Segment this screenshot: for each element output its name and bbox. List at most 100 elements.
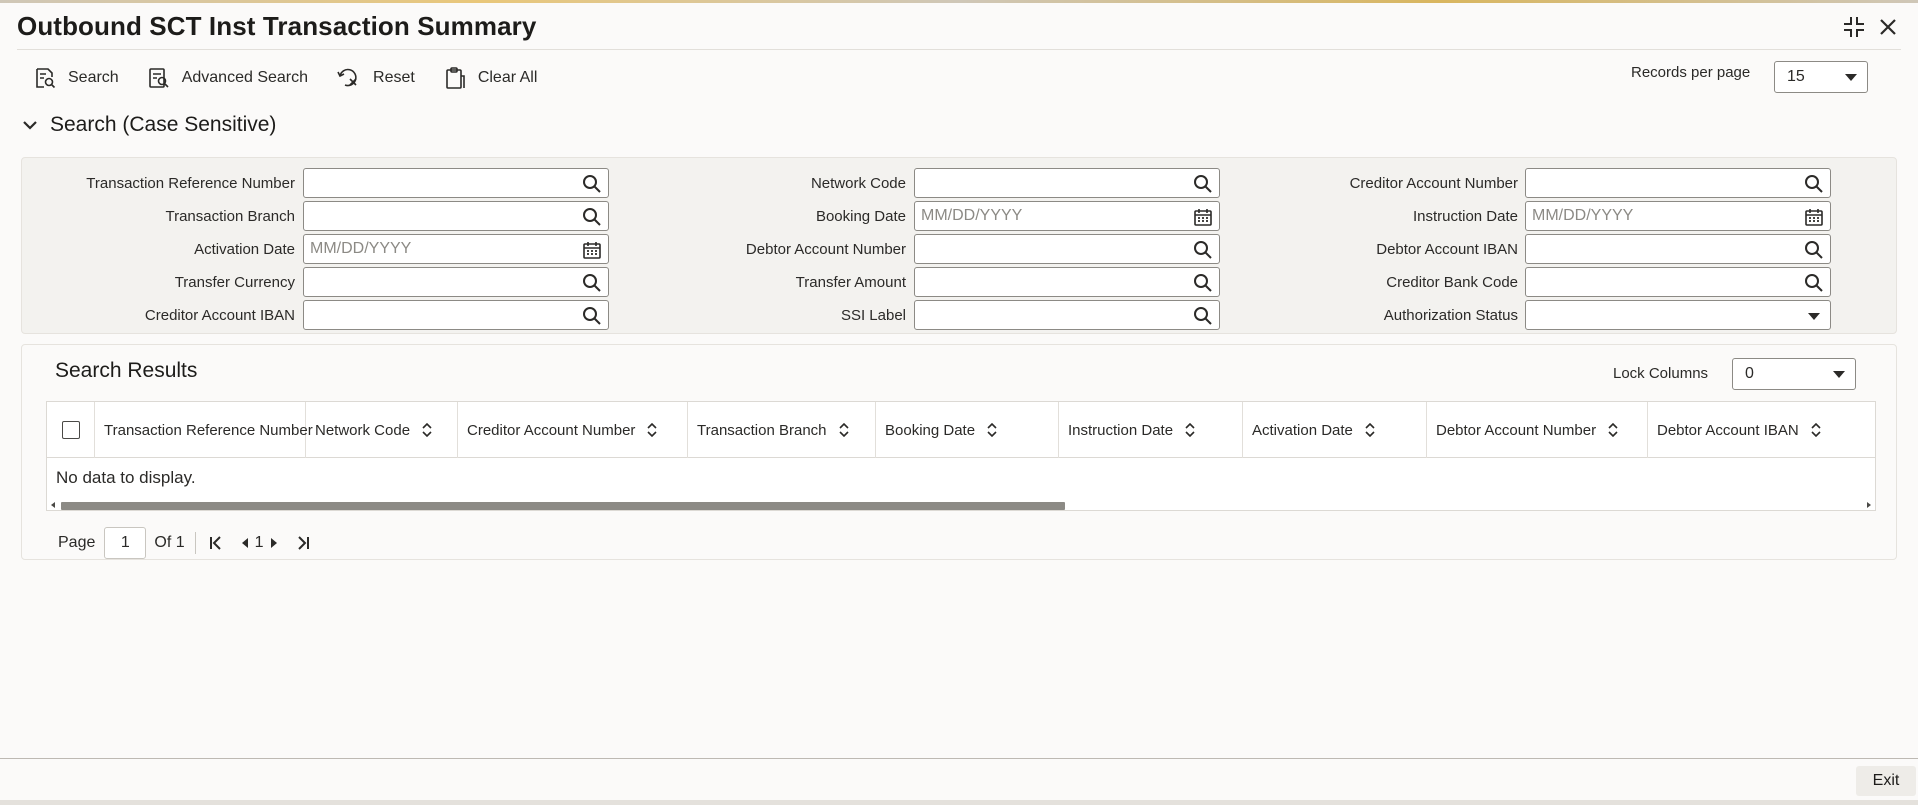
transaction-reference-number-input[interactable] [303,168,609,198]
column-header-transaction-reference-number[interactable]: Transaction Reference Number [95,402,313,458]
transfer-currency-label: Transfer Currency [174,274,295,291]
column-header-label: Booking Date [885,421,976,439]
calendar-icon[interactable] [581,239,603,261]
lock-columns-value: 0 [1745,365,1754,382]
transaction-branch-label: Transaction Branch [165,208,295,225]
lock-columns-select[interactable]: 0 [1732,358,1856,390]
search-icon[interactable] [581,305,603,327]
search-icon[interactable] [1192,272,1214,294]
column-header-label: Debtor Account IBAN [1657,421,1799,439]
last-page-icon[interactable] [292,532,314,554]
sort-icon[interactable] [1365,423,1375,437]
sort-icon[interactable] [838,423,849,437]
page-label: Page [58,534,96,551]
calendar-icon[interactable] [1192,206,1214,228]
booking-date-input[interactable]: MM/DD/YYYY [914,201,1220,231]
column-header-label: Network Code [315,421,411,439]
activation-date-placeholder: MM/DD/YYYY [310,240,412,257]
creditor-bank-code-input[interactable] [1525,267,1831,297]
column-header-transaction-branch[interactable]: Transaction Branch [688,402,876,458]
debtor-account-number-input[interactable] [914,234,1220,264]
advanced-search-icon [148,68,169,88]
creditor-bank-code-label: Creditor Bank Code [1386,274,1518,291]
column-header-debtor-account-iban[interactable]: Debtor Account IBAN [1648,402,1875,458]
search-results-panel: Search Results Lock Columns 0 Transactio… [21,344,1897,560]
transfer-currency-input[interactable] [303,267,609,297]
instruction-date-input[interactable]: MM/DD/YYYY [1525,201,1831,231]
search-form-panel: Transaction Reference Number Transaction… [21,157,1897,334]
transfer-amount-label: Transfer Amount [795,274,906,291]
ssi-label-input[interactable] [914,300,1220,330]
activation-date-input[interactable]: MM/DD/YYYY [303,234,609,264]
column-header-activation-date[interactable]: Activation Date [1243,402,1427,458]
advanced-search-button[interactable]: Advanced Search [147,66,308,90]
maximize-icon[interactable] [1840,13,1868,41]
sort-icon[interactable] [647,423,657,437]
creditor-account-iban-input[interactable] [303,300,609,330]
search-icon[interactable] [1803,239,1825,261]
next-page-icon[interactable] [268,532,280,554]
pager-divider [194,532,196,554]
column-header-network-code[interactable]: Network Code [306,402,458,458]
scroll-left-icon[interactable] [51,502,55,508]
creditor-account-number-input[interactable] [1525,168,1831,198]
scroll-right-icon[interactable] [1867,502,1871,508]
search-icon[interactable] [581,272,603,294]
chevron-down-icon [1845,74,1857,81]
search-section-toggle[interactable]: Search (Case Sensitive) [22,113,276,137]
reset-button-label: Reset [373,69,415,86]
column-header-label: Transaction Branch [697,421,827,439]
sort-icon[interactable] [987,423,997,437]
ssi-label-label: SSI Label [840,307,906,324]
horizontal-scrollbar[interactable] [47,499,1875,510]
column-header-booking-date[interactable]: Booking Date [876,402,1059,458]
close-icon[interactable] [1874,13,1902,41]
transaction-branch-input[interactable] [303,201,609,231]
select-all-checkbox[interactable] [61,421,80,439]
search-icon[interactable] [581,206,603,228]
calendar-icon[interactable] [1803,206,1825,228]
reset-button[interactable]: Reset [336,66,415,90]
transfer-amount-input[interactable] [914,267,1220,297]
sort-icon[interactable] [1811,423,1821,437]
sort-icon[interactable] [422,423,432,437]
toolbar: Search Advanced Search Reset Clear All [33,63,565,93]
activation-date-label: Activation Date [194,241,295,258]
exit-button[interactable]: Exit [1856,766,1916,796]
search-icon[interactable] [1192,239,1214,261]
select-all-column [47,402,95,458]
column-header-instruction-date[interactable]: Instruction Date [1059,402,1243,458]
column-header-label: Debtor Account Number [1436,421,1597,439]
instruction-date-label: Instruction Date [1412,208,1518,225]
clear-all-button[interactable]: Clear All [443,66,537,90]
title-divider [17,49,1901,50]
column-header-creditor-account-number[interactable]: Creditor Account Number [458,402,688,458]
column-header-debtor-account-number[interactable]: Debtor Account Number [1427,402,1648,458]
search-results-title: Search Results [55,359,198,382]
first-page-icon[interactable] [205,532,227,554]
search-doc-icon [36,68,56,89]
transaction-reference-number-label: Transaction Reference Number [86,175,295,192]
booking-date-placeholder: MM/DD/YYYY [921,207,1023,224]
sort-icon[interactable] [1185,423,1195,437]
reset-icon [337,68,357,87]
page-number-value: 1 [120,534,130,551]
footer-divider [0,758,1918,759]
search-icon[interactable] [581,173,603,195]
network-code-input[interactable] [914,168,1220,198]
column-header-label: Instruction Date [1068,421,1174,439]
previous-page-icon[interactable] [239,532,251,554]
search-button[interactable]: Search [33,66,119,90]
authorization-status-select[interactable] [1525,300,1831,330]
search-icon[interactable] [1192,173,1214,195]
sort-icon[interactable] [1608,423,1618,437]
search-icon[interactable] [1803,173,1825,195]
booking-date-label: Booking Date [815,208,906,225]
current-page-number: 1 [254,534,264,551]
debtor-account-iban-input[interactable] [1525,234,1831,264]
search-icon[interactable] [1192,305,1214,327]
records-per-page-select[interactable]: 15 [1774,61,1868,93]
page-number-input[interactable]: 1 [104,527,147,559]
scrollbar-thumb[interactable] [61,502,1065,510]
search-icon[interactable] [1803,272,1825,294]
